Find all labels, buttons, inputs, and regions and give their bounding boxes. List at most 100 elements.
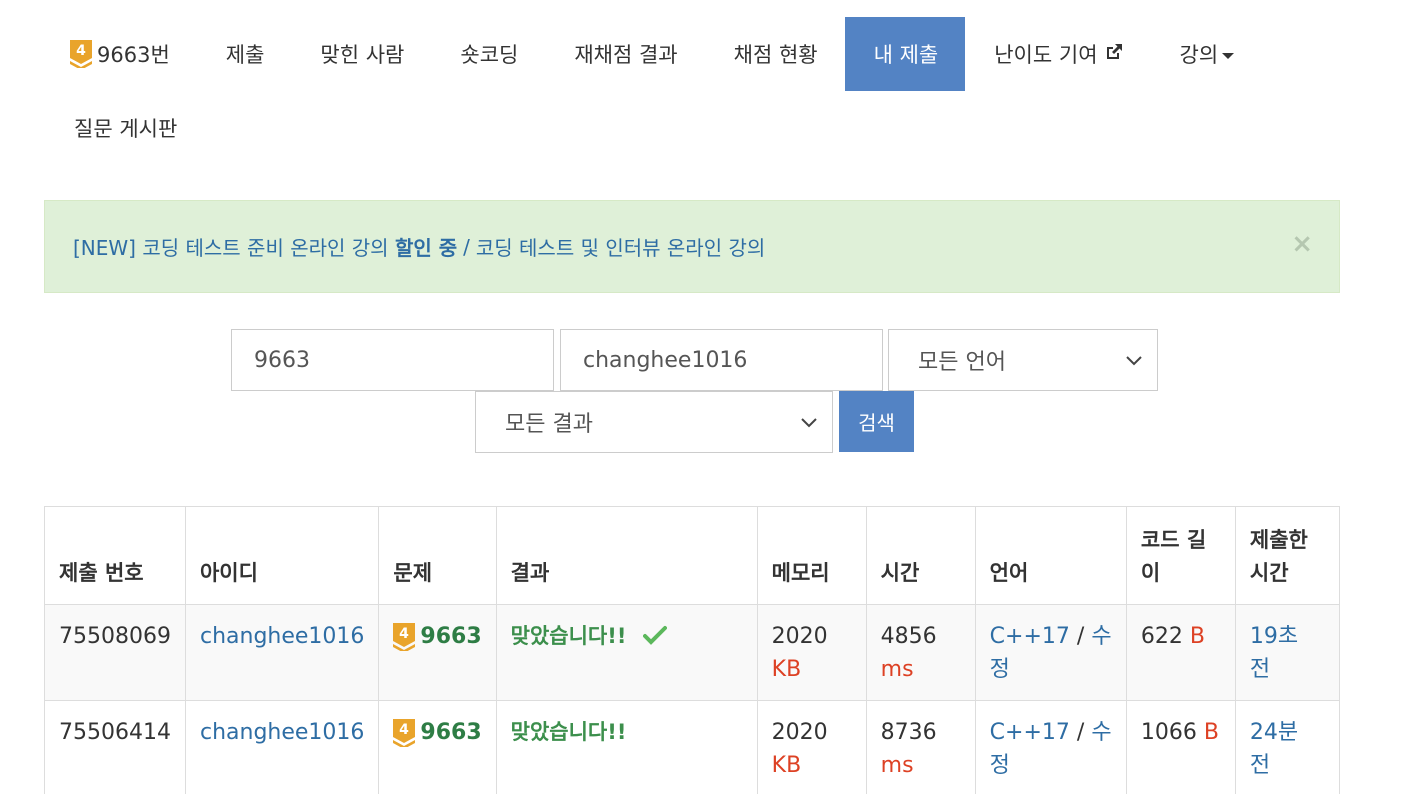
- submitted-time-link[interactable]: 19초 전: [1250, 624, 1298, 682]
- promo-link-lecture[interactable]: [NEW] 코딩 테스트 준비 온라인 강의 할인 중: [73, 232, 457, 261]
- tab-short-coding[interactable]: 숏코딩: [431, 17, 545, 91]
- tab-qna-board-label: 질문 게시판: [74, 117, 178, 141]
- cell-time: 4856 ms: [865, 604, 976, 701]
- search-button[interactable]: 검색: [839, 391, 914, 452]
- tab-lectures-dropdown[interactable]: 강의: [1151, 17, 1263, 91]
- user-link[interactable]: changhee1016: [200, 720, 364, 745]
- header-result: 결과: [495, 506, 758, 605]
- result-select-value: 모든 결과: [505, 412, 593, 437]
- table-row: 75508069 changhee1016 4 9663 맞았습니다!! 202…: [44, 604, 1341, 701]
- header-code-length: 코드 길이: [1125, 506, 1236, 605]
- tab-rejudge-results-label: 재채점 결과: [574, 43, 678, 67]
- tab-difficulty-label: 난이도 기여: [994, 43, 1098, 67]
- cell-result: 맞았습니다!!: [495, 700, 758, 794]
- tab-my-submissions-label: 내 제출: [873, 43, 939, 67]
- language-separator: /: [1076, 720, 1085, 745]
- problem-number: 9663: [420, 720, 482, 745]
- nav-problem-label: 9663번: [97, 43, 170, 67]
- header-submitted-time: 제출한 시간: [1234, 506, 1341, 605]
- language-separator: /: [1076, 624, 1085, 649]
- promo-link-interview[interactable]: 코딩 테스트 및 인터뷰 온라인 강의: [476, 232, 765, 261]
- result-select[interactable]: 모든 결과: [475, 391, 833, 453]
- edit-link-line2: 정: [989, 657, 1010, 682]
- code-length-value: 622: [1140, 624, 1183, 649]
- tab-judge-status-label: 채점 현황: [733, 43, 818, 67]
- tier-badge-icon: 4: [393, 718, 416, 747]
- code-length-unit: B: [1189, 624, 1205, 649]
- time-unit: ms: [880, 753, 914, 778]
- user-id-input-field[interactable]: [583, 347, 882, 373]
- edit-link-line1: 수: [1091, 624, 1112, 649]
- time-unit: ms: [880, 657, 914, 682]
- cell-submission-id: 75508069: [44, 604, 186, 701]
- language-source-link[interactable]: C++17: [990, 720, 1070, 745]
- code-length-value: 1066: [1140, 720, 1197, 745]
- cell-memory: 2020 KB: [756, 604, 867, 701]
- tab-rejudge-results[interactable]: 재채점 결과: [545, 17, 704, 91]
- cell-code-length: 1066 B: [1125, 700, 1236, 794]
- cell-submitted-time: 24분 전: [1234, 700, 1341, 794]
- header-submission-id: 제출 번호: [44, 506, 186, 605]
- cell-submission-id: 75506414: [44, 700, 186, 794]
- time-value: 8736: [880, 720, 937, 745]
- user-link[interactable]: changhee1016: [200, 624, 364, 649]
- language-select[interactable]: 모든 언어: [888, 329, 1158, 391]
- submitted-time-link[interactable]: 24분 전: [1250, 720, 1298, 778]
- header-code-length-line2: 이: [1140, 561, 1161, 585]
- cell-memory: 2020 KB: [756, 700, 867, 794]
- nav-problem-link[interactable]: 4 9663번: [44, 17, 197, 91]
- code-length-unit: B: [1203, 720, 1219, 745]
- problem-nav-tabs: 4 9663번 제출 맞힌 사람 숏코딩 재채점 결과 채점 현황 내 제출 난…: [44, 17, 1340, 165]
- user-id-input[interactable]: [560, 329, 883, 391]
- header-problem: 문제: [378, 506, 497, 605]
- memory-unit: KB: [771, 657, 802, 682]
- problem-link[interactable]: 4 9663: [393, 620, 482, 653]
- result-accepted: 맞았습니다!!: [510, 624, 627, 648]
- tier-badge-number: 4: [400, 722, 410, 738]
- close-icon[interactable]: ×: [1291, 231, 1313, 257]
- language-source-link[interactable]: C++17: [990, 624, 1070, 649]
- memory-value: 2020: [771, 624, 828, 649]
- memory-unit: KB: [771, 753, 802, 778]
- result-accepted: 맞았습니다!!: [510, 720, 627, 744]
- problem-link[interactable]: 4 9663: [393, 716, 482, 749]
- header-memory: 메모리: [756, 506, 867, 605]
- tier-badge-icon: 4: [393, 622, 416, 651]
- header-language: 언어: [974, 506, 1127, 605]
- problem-id-input[interactable]: [231, 329, 554, 391]
- promo-separator: /: [463, 234, 470, 259]
- language-select-value: 모든 언어: [918, 350, 1006, 375]
- tab-lectures-label: 강의: [1179, 43, 1219, 67]
- time-value: 4856: [880, 624, 937, 649]
- tab-solved-users[interactable]: 맞힌 사람: [291, 17, 431, 91]
- cell-submitted-time: 19초 전: [1234, 604, 1341, 701]
- promo-alert: [NEW] 코딩 테스트 준비 온라인 강의 할인 중 / 코딩 테스트 및 인…: [44, 200, 1340, 293]
- tab-qna-board[interactable]: 질문 게시판: [44, 91, 204, 165]
- cell-problem: 4 9663: [378, 700, 497, 794]
- chevron-down-icon: [800, 410, 818, 435]
- cell-result: 맞았습니다!!: [495, 604, 758, 701]
- tab-judge-status[interactable]: 채점 현황: [705, 17, 845, 91]
- cell-language: C++17 / 수정: [974, 604, 1127, 701]
- edit-link-line2: 정: [989, 753, 1010, 778]
- tab-submit[interactable]: 제출: [197, 17, 292, 91]
- cell-time: 8736 ms: [865, 700, 976, 794]
- cell-user: changhee1016: [184, 604, 380, 701]
- external-link-icon: [1104, 42, 1124, 67]
- tab-my-submissions[interactable]: 내 제출: [844, 17, 966, 91]
- header-submitted-line1: 제출한: [1249, 528, 1308, 552]
- problem-id-input-field[interactable]: [254, 347, 553, 373]
- cell-problem: 4 9663: [378, 604, 497, 701]
- submission-status-table: 제출 번호 아이디 문제 결과 메모리 시간 언어 코드 길이 제출한 시간 75…: [44, 506, 1341, 794]
- promo-link-text: [NEW] 코딩 테스트 준비 온라인 강의: [73, 236, 389, 260]
- cell-language: C++17 / 수정: [974, 700, 1127, 794]
- tab-submit-label: 제출: [225, 43, 265, 67]
- cell-user: changhee1016: [184, 700, 380, 794]
- promo-link-discount: 할인 중: [394, 236, 458, 260]
- tier-badge-icon: 4: [70, 40, 92, 68]
- tab-difficulty-contribution[interactable]: 난이도 기여: [965, 17, 1150, 91]
- chevron-down-icon: [1125, 348, 1143, 373]
- header-code-length-line1: 코드 길: [1140, 528, 1207, 552]
- tier-badge-number: 4: [400, 626, 410, 642]
- header-time: 시간: [865, 506, 976, 605]
